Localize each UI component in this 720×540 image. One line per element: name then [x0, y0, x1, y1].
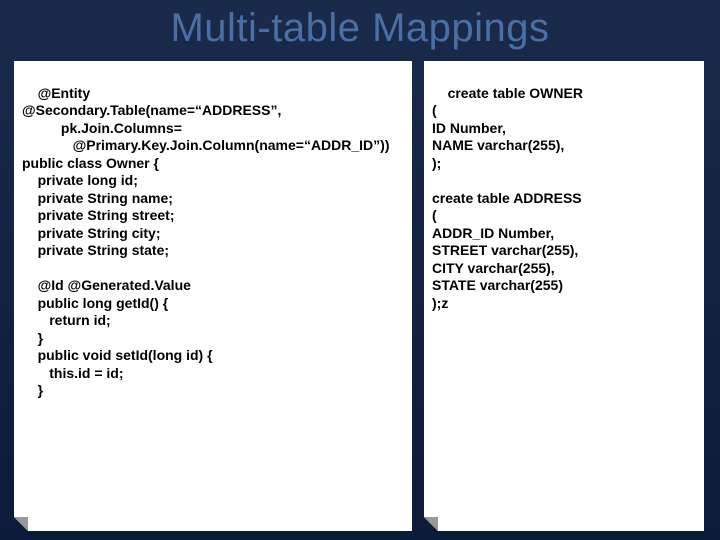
sql-code-text: create table OWNER ( ID Number, NAME var…	[432, 85, 583, 311]
slide-title: Multi-table Mappings	[0, 0, 720, 61]
page-curl-icon	[424, 517, 438, 531]
page-curl-icon	[14, 517, 28, 531]
java-code-panel: @Entity @Secondary.Table(name=“ADDRESS”,…	[14, 61, 412, 531]
content-row: @Entity @Secondary.Table(name=“ADDRESS”,…	[0, 61, 720, 531]
java-code-text: @Entity @Secondary.Table(name=“ADDRESS”,…	[22, 85, 390, 399]
sql-code-panel: create table OWNER ( ID Number, NAME var…	[424, 61, 704, 531]
